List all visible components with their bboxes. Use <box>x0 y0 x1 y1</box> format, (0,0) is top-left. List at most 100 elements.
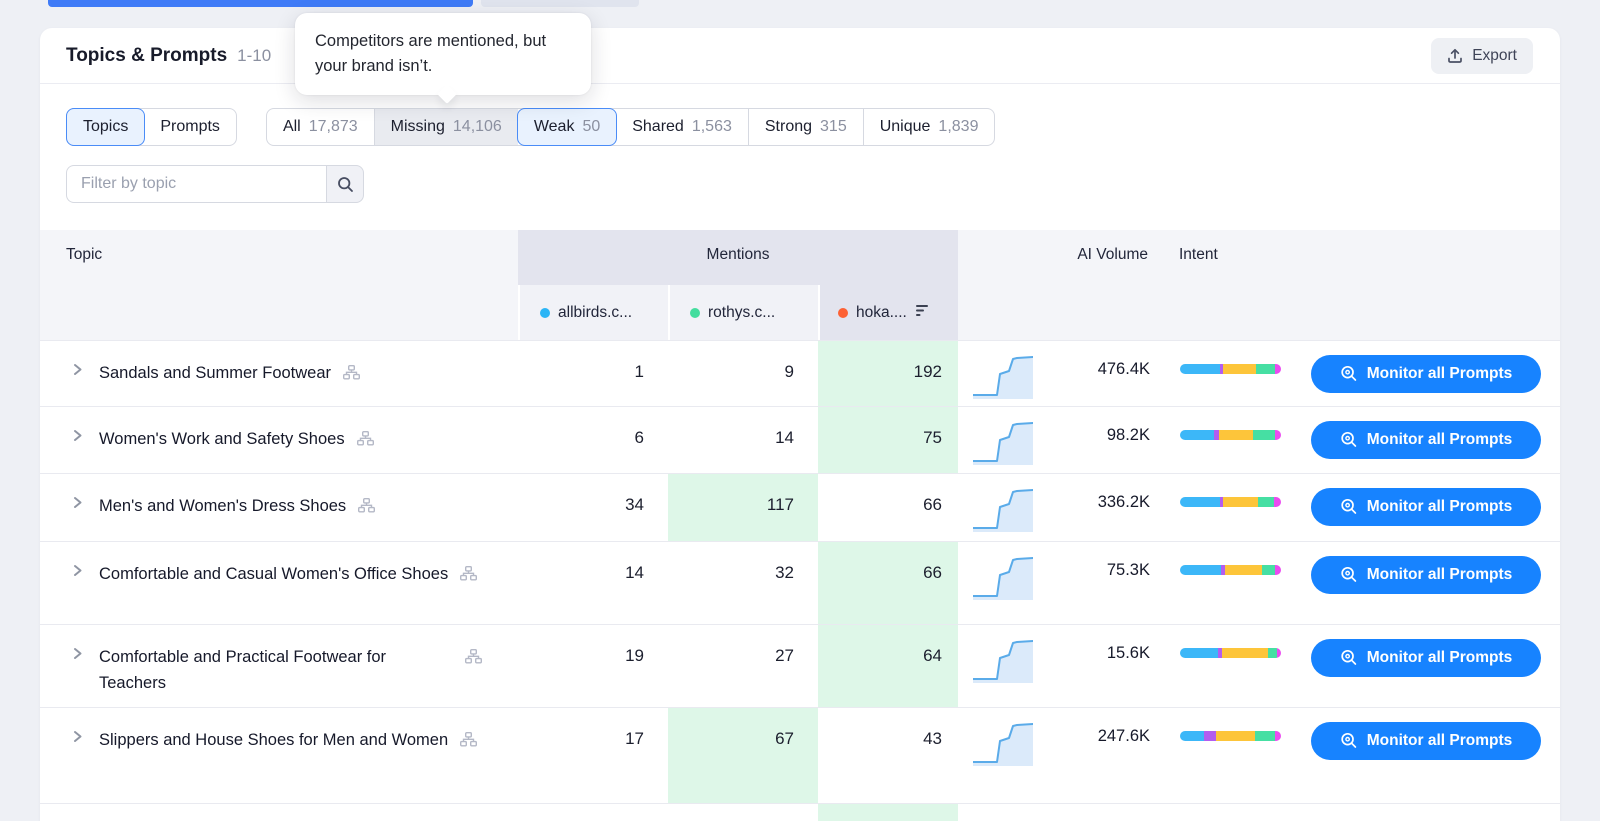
topic-name: Comfortable and Practical Footwear for T… <box>99 644 453 696</box>
intent-segment <box>1274 497 1281 507</box>
mentions-hoka-value: 75 <box>818 407 958 473</box>
mentions-allbirds-value: 1 <box>518 341 668 406</box>
mentions-allbirds-value: 19 <box>518 625 668 707</box>
monitor-all-prompts-button[interactable]: Monitor all Prompts <box>1311 556 1541 594</box>
monitor-magnifier-icon <box>1340 365 1358 383</box>
expand-chevron-icon[interactable] <box>70 495 85 515</box>
export-button[interactable]: Export <box>1431 38 1533 74</box>
monitor-all-prompts-button[interactable]: Monitor all Prompts <box>1311 355 1541 393</box>
expand-chevron-icon[interactable] <box>70 729 85 749</box>
monitor-all-prompts-button[interactable]: Monitor all Prompts <box>1311 639 1541 677</box>
intent-segment <box>1275 731 1281 741</box>
sort-descending-icon[interactable] <box>916 304 929 322</box>
filter-chip-shared[interactable]: Shared1,563 <box>616 109 748 145</box>
intent-segment <box>1268 648 1277 658</box>
filter-chip-missing[interactable]: Missing14,106 <box>374 109 518 145</box>
intent-segment <box>1223 497 1257 507</box>
ai-volume-value: 98.2K <box>1060 426 1150 445</box>
export-label: Export <box>1472 47 1517 65</box>
monitor-button-label: Monitor all Prompts <box>1367 365 1513 383</box>
monitor-button-label: Monitor all Prompts <box>1367 566 1513 584</box>
table-row[interactable]: Comfortable and Casual Women's Office Sh… <box>40 541 1560 624</box>
topic-name: Slippers and House Shoes for Men and Wom… <box>99 727 448 753</box>
monitor-magnifier-icon <box>1340 566 1358 584</box>
table-row-partial[interactable] <box>40 803 1560 821</box>
sitemap-icon <box>358 498 375 518</box>
expand-chevron-icon[interactable] <box>70 428 85 448</box>
intent-segment <box>1180 430 1214 440</box>
monitor-all-prompts-button[interactable]: Monitor all Prompts <box>1311 488 1541 526</box>
sitemap-icon <box>343 365 360 385</box>
monitor-all-prompts-button[interactable]: Monitor all Prompts <box>1311 722 1541 760</box>
intent-segment <box>1180 565 1221 575</box>
mentions-hoka-value: 64 <box>818 625 958 707</box>
expand-chevron-icon[interactable] <box>70 563 85 583</box>
intent-bar <box>1180 364 1281 374</box>
topic-name: Women's Work and Safety Shoes <box>99 426 345 452</box>
intent-bar <box>1180 565 1281 575</box>
table-header: Topic Mentions allbirds.c... rothys.c...… <box>40 230 1560 340</box>
ai-volume-value: 15.6K <box>1060 644 1150 663</box>
intent-segment <box>1219 430 1252 440</box>
mentions-rothys-value: 9 <box>668 341 818 406</box>
monitor-button-label: Monitor all Prompts <box>1367 431 1513 449</box>
mentions-rothys-value: 32 <box>668 542 818 624</box>
column-header-hoka[interactable]: hoka.... <box>818 285 958 340</box>
monitor-all-prompts-button[interactable]: Monitor all Prompts <box>1311 421 1541 459</box>
topics-prompts-panel: Topics & Prompts 1-10 Export Topics Prom… <box>40 28 1560 821</box>
column-header-intent: Intent <box>1179 246 1218 264</box>
intent-segment <box>1275 364 1281 374</box>
table-row[interactable]: Slippers and House Shoes for Men and Wom… <box>40 707 1560 803</box>
column-header-topic: Topic <box>66 246 102 264</box>
intent-segment <box>1180 497 1220 507</box>
topic-name: Comfortable and Casual Women's Office Sh… <box>99 561 448 587</box>
export-icon <box>1447 48 1463 64</box>
column-header-allbirds[interactable]: allbirds.c... <box>518 285 668 340</box>
top-tab-inactive-indicator <box>481 0 639 7</box>
topic-filter-input[interactable] <box>66 165 326 203</box>
page-range: 1-10 <box>237 46 271 66</box>
mentions-rothys-value: 27 <box>668 625 818 707</box>
page-title: Topics & Prompts <box>66 45 227 67</box>
trend-sparkline <box>973 483 1033 537</box>
column-header-ai-volume: AI Volume <box>1058 246 1148 264</box>
monitor-magnifier-icon <box>1340 649 1358 667</box>
intent-segment <box>1253 430 1275 440</box>
search-button[interactable] <box>326 165 364 203</box>
mentions-rothys-value: 67 <box>668 708 818 803</box>
intent-segment <box>1223 364 1255 374</box>
table-row[interactable]: Comfortable and Practical Footwear for T… <box>40 624 1560 707</box>
tooltip-text: Competitors are mentioned, but your bran… <box>315 32 546 75</box>
intent-segment <box>1204 731 1216 741</box>
table-row[interactable]: Women's Work and Safety Shoes 6 14 75 98… <box>40 406 1560 473</box>
trend-sparkline <box>973 717 1033 771</box>
intent-segment <box>1180 731 1204 741</box>
filter-chip-strong[interactable]: Strong315 <box>748 109 863 145</box>
intent-segment <box>1262 565 1275 575</box>
expand-chevron-icon[interactable] <box>70 646 85 666</box>
table-row[interactable]: Men's and Women's Dress Shoes 34 117 66 … <box>40 473 1560 541</box>
tab-topics[interactable]: Topics <box>66 108 145 146</box>
column-header-rothys[interactable]: rothys.c... <box>668 285 818 340</box>
expand-chevron-icon[interactable] <box>70 362 85 382</box>
intent-segment <box>1256 364 1275 374</box>
monitor-magnifier-icon <box>1340 431 1358 449</box>
filter-chip-all[interactable]: All17,873 <box>267 109 374 145</box>
intent-segment <box>1275 430 1281 440</box>
ai-volume-value: 476.4K <box>1060 360 1150 379</box>
mentions-allbirds-value: 34 <box>518 474 668 541</box>
view-toggle-group: Topics Prompts <box>66 108 237 146</box>
filter-chip-unique[interactable]: Unique1,839 <box>863 109 995 145</box>
mentions-allbirds-value: 17 <box>518 708 668 803</box>
table-row[interactable]: Sandals and Summer Footwear 1 9 192 476.… <box>40 340 1560 406</box>
trend-sparkline <box>973 350 1033 404</box>
tab-prompts[interactable]: Prompts <box>144 109 236 145</box>
monitor-magnifier-icon <box>1340 732 1358 750</box>
panel-header: Topics & Prompts 1-10 Export <box>40 28 1560 84</box>
rothys-dot-icon <box>690 308 700 318</box>
mentions-value <box>818 804 958 821</box>
mentions-hoka-value: 66 <box>818 542 958 624</box>
filter-chip-weak[interactable]: Weak50 <box>517 108 617 146</box>
intent-segment <box>1180 648 1218 658</box>
mentions-hoka-value: 192 <box>818 341 958 406</box>
